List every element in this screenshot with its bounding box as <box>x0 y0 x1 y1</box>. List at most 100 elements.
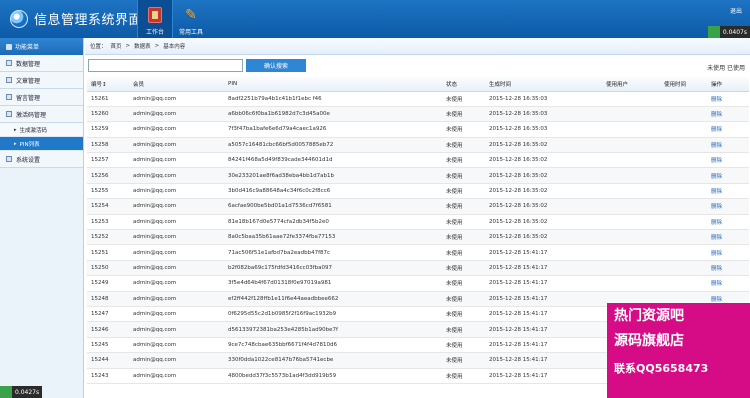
table-cell: 15243 <box>87 368 129 384</box>
search-button[interactable]: 确认搜索 <box>246 59 306 72</box>
delete-link[interactable]: 删除 <box>707 214 749 231</box>
tools-icon: ✎ <box>185 7 197 23</box>
search-input[interactable] <box>88 59 243 72</box>
sidebar-item-articles[interactable]: 文章管理 <box>0 72 83 89</box>
breadcrumb-tables[interactable]: 数据表 <box>134 42 151 50</box>
table-cell: 330f0dda1022ce8147b76ba5741ecbe <box>224 352 442 369</box>
table-cell: admin@qq.com <box>129 137 224 154</box>
book-icon <box>148 7 162 23</box>
table-cell <box>660 152 707 169</box>
sidebar-subitem-pin-list[interactable]: ▸ PIN列表 <box>0 137 83 151</box>
delete-link[interactable]: 删除 <box>707 244 749 261</box>
app-title: 信息管理系统界面 <box>34 13 143 28</box>
table-row: 15259 admin@qq.com 7f3f47ba1bafe6e6d79a4ca… <box>87 121 749 138</box>
watermark-line1: 热门资源吧 <box>614 308 684 324</box>
table-cell <box>602 244 660 261</box>
table-cell: 15249 <box>87 275 129 292</box>
delete-link[interactable]: 删除 <box>707 167 749 184</box>
table-cell: 15250 <box>87 260 129 277</box>
table-cell: 15251 <box>87 244 129 261</box>
delete-link[interactable]: 删除 <box>707 106 749 123</box>
table-cell <box>660 106 707 123</box>
table-cell: ef2ff442f128ffb1e11f6e44aeadbbee662 <box>224 291 442 307</box>
table-cell: 3f5e4d64b4f67d01318f0e97019a981 <box>224 275 442 292</box>
table-cell: 未使用 <box>442 244 485 261</box>
sidebar-item-messages[interactable]: 留言管理 <box>0 89 83 106</box>
table-cell: 未使用 <box>442 275 485 292</box>
table-cell <box>602 152 660 169</box>
topnav-tools-label: 常用工具 <box>178 29 203 36</box>
delete-link[interactable]: 删除 <box>707 91 749 107</box>
folder-icon <box>6 111 12 117</box>
column-header[interactable]: 编号↕ <box>87 77 129 92</box>
sidebar-item-data[interactable]: 数据管理 <box>0 55 83 72</box>
column-header: 使用时间 <box>660 77 707 92</box>
table-cell: 2015-12-28 16:35:02 <box>485 183 602 200</box>
table-cell: 15255 <box>87 183 129 200</box>
logout-link[interactable]: 退出 <box>730 6 742 15</box>
table-cell: 2015-12-28 16:35:03 <box>485 121 602 138</box>
table-row: 15256 admin@qq.com 30e233201ae8f6ad38eba4b… <box>87 167 749 184</box>
delete-link[interactable]: 删除 <box>707 198 749 215</box>
table-cell: 15253 <box>87 214 129 231</box>
delete-link[interactable]: 删除 <box>707 137 749 154</box>
table-cell: 84241f468a5d49f839cade344601d1d <box>224 152 442 169</box>
table-cell <box>660 167 707 184</box>
delete-link[interactable]: 删除 <box>707 229 749 246</box>
topnav-tools[interactable]: ✎ 常用工具 <box>173 0 209 38</box>
table-cell: admin@qq.com <box>129 183 224 200</box>
sidebar-subitem-generate[interactable]: ▸ 生成激活码 <box>0 123 83 137</box>
table-cell: admin@qq.com <box>129 321 224 338</box>
breadcrumb-home[interactable]: 首页 <box>111 42 122 50</box>
delete-link[interactable]: 删除 <box>707 121 749 138</box>
delete-link[interactable]: 删除 <box>707 152 749 169</box>
table-cell: 未使用 <box>442 121 485 138</box>
table-cell: 2015-12-28 16:35:02 <box>485 229 602 246</box>
table-cell: admin@qq.com <box>129 275 224 292</box>
status-filter[interactable]: 未使用 已使用 <box>707 63 745 72</box>
table-cell: 15258 <box>87 137 129 154</box>
table-cell: a5057c16481cbc66bf5d0057885eb72 <box>224 137 442 154</box>
table-cell: admin@qq.com <box>129 260 224 277</box>
table-cell: 6acfae900be5bd01a1d7536cd7f6581 <box>224 198 442 215</box>
table-cell: 2015-12-28 15:41:17 <box>485 352 602 369</box>
table-cell: 未使用 <box>442 152 485 169</box>
delete-link[interactable]: 删除 <box>707 183 749 200</box>
watermark-banner: 热门资源吧 源码旗舰店 联系QQ5658473 <box>607 303 750 398</box>
table-cell: admin@qq.com <box>129 244 224 261</box>
table-cell <box>660 198 707 215</box>
logo-globe-icon <box>10 9 28 28</box>
table-cell: 未使用 <box>442 183 485 200</box>
table-cell: 2015-12-28 15:41:17 <box>485 291 602 307</box>
table-cell: admin@qq.com <box>129 368 224 384</box>
delete-link[interactable]: 删除 <box>707 275 749 292</box>
sidebar-item-label: 激活码管理 <box>16 111 47 119</box>
sidebar-item-settings[interactable]: 系统设置 <box>0 151 83 168</box>
app-logo: 信息管理系统界面 <box>10 9 142 28</box>
table-cell: 15256 <box>87 167 129 184</box>
sidebar-item-activation[interactable]: 激活码管理 <box>0 106 83 123</box>
table-cell: 15254 <box>87 198 129 215</box>
table-cell <box>660 275 707 292</box>
arrow-right-icon: ▸ <box>14 126 17 133</box>
top-nav: 工作台 ✎ 常用工具 <box>137 0 209 38</box>
table-cell: 2015-12-28 16:35:03 <box>485 91 602 107</box>
table-cell: admin@qq.com <box>129 214 224 231</box>
menu-icon <box>6 43 12 50</box>
sidebar-item-label: 文章管理 <box>16 77 41 85</box>
topnav-workbench-label: 工作台 <box>145 29 164 36</box>
delete-link[interactable]: 删除 <box>707 260 749 277</box>
table-cell <box>602 214 660 231</box>
table-header-row: 编号↕ 会员 PIN 状态 生成时间 使用用户 使用时间 操作 <box>87 77 749 92</box>
table-cell: 未使用 <box>442 321 485 338</box>
table-cell <box>602 167 660 184</box>
table-row: 15251 admin@qq.com 71ac506f51e1afbd7ba2ead… <box>87 244 749 261</box>
table-cell: 2015-12-28 16:35:02 <box>485 214 602 231</box>
table-cell <box>660 91 707 107</box>
table-cell <box>602 121 660 138</box>
table-cell: 2015-12-28 16:35:02 <box>485 198 602 215</box>
table-cell: 15247 <box>87 306 129 323</box>
table-cell: 2015-12-28 15:41:17 <box>485 321 602 338</box>
table-cell: 未使用 <box>442 229 485 246</box>
topnav-workbench[interactable]: 工作台 <box>137 0 173 38</box>
